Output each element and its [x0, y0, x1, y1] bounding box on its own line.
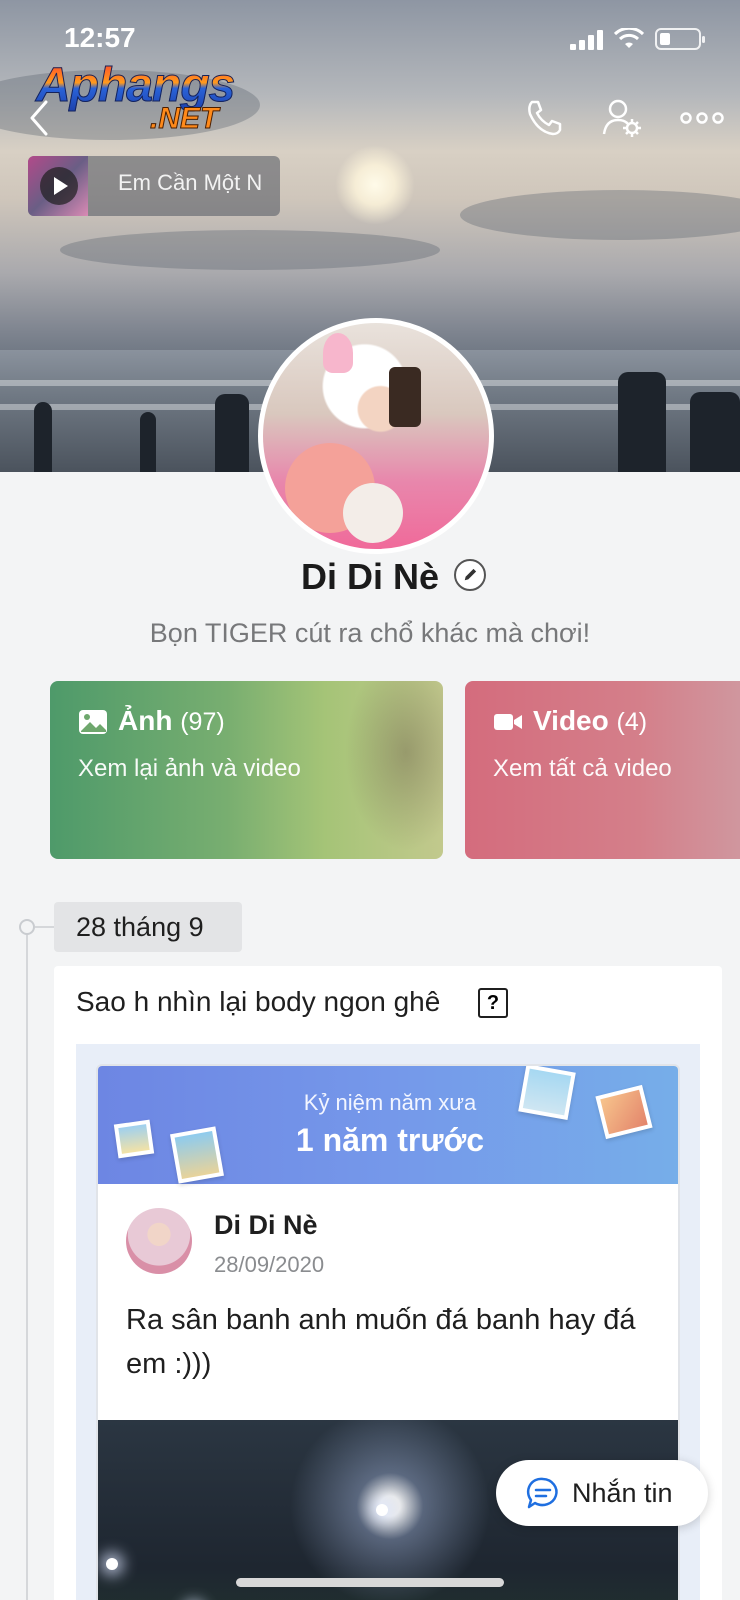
- beach-person: [140, 412, 156, 472]
- status-bar: 12:57: [0, 22, 740, 58]
- profile-name-row: Di Di Nè: [0, 556, 740, 608]
- photos-card-subtitle: Xem lại ảnh và video: [78, 755, 301, 782]
- image-icon: [79, 710, 107, 734]
- watermark-domain: .NET: [149, 102, 219, 136]
- profile-bio: Bọn TIGER cút ra chổ khác mà chơi!: [149, 618, 591, 648]
- avatar-detail: [323, 333, 353, 373]
- timeline-line: [26, 928, 28, 1600]
- wifi-icon: [614, 28, 644, 48]
- videos-card[interactable]: Video (4) Xem tất cả video: [465, 681, 740, 859]
- timeline-connector: [35, 926, 54, 928]
- memory-period: 1 năm trước: [295, 1122, 485, 1158]
- timeline-date: 28 tháng 9: [54, 902, 242, 952]
- stadium-light: [106, 1558, 118, 1570]
- photos-card[interactable]: Ảnh (97) Xem lại ảnh và video: [50, 681, 443, 859]
- memory-header: Kỷ niệm năm xưa 1 năm trước: [98, 1066, 678, 1184]
- profile-screen: 12:57 Aphangs .NET Em Cần Một N Di Di Nè…: [0, 0, 740, 1600]
- stadium-light: [376, 1504, 388, 1516]
- memory-label: Kỷ niệm năm xưa: [303, 1090, 477, 1115]
- send-message-label: Nhắn tin: [572, 1478, 673, 1508]
- memory-author-avatar[interactable]: [126, 1208, 192, 1274]
- back-icon[interactable]: [26, 96, 56, 140]
- home-indicator[interactable]: [236, 1578, 504, 1587]
- sun: [335, 145, 415, 225]
- photos-card-title: Ảnh: [118, 705, 173, 736]
- music-title: Em Cần Một N: [118, 170, 263, 195]
- photo-card-thumbnail: [340, 681, 443, 859]
- post-caption: Sao h nhìn lại body ngon ghê: [76, 986, 441, 1017]
- beach-person: [690, 392, 740, 472]
- videos-card-subtitle: Xem tất cả video: [493, 755, 672, 782]
- cloud: [460, 190, 740, 240]
- beach-person: [618, 372, 666, 472]
- beach-person: [34, 402, 52, 472]
- more-icon[interactable]: [680, 96, 724, 140]
- photos-count: (97): [180, 708, 225, 736]
- memory-text: Ra sân banh anh muốn đá banh hay đá em :…: [126, 1304, 636, 1380]
- avatar-detail: [343, 483, 403, 543]
- profile-name: Di Di Nè: [300, 556, 440, 597]
- beach-person: [215, 394, 249, 472]
- cloud: [60, 230, 440, 270]
- memory-date: 28/09/2020: [214, 1252, 325, 1277]
- edit-pencil-icon[interactable]: [454, 559, 486, 591]
- user-settings-icon[interactable]: [600, 96, 644, 140]
- cellular-signal-icon: [570, 30, 603, 50]
- videos-count: (4): [616, 708, 648, 736]
- battery-icon: [655, 28, 705, 50]
- memory-author-name[interactable]: Di Di Nè: [214, 1210, 318, 1241]
- avatar-detail: [389, 367, 421, 427]
- phone-icon[interactable]: [522, 96, 566, 140]
- status-time: 12:57: [64, 22, 136, 53]
- watermark-logo: Aphangs .NET: [35, 58, 260, 138]
- timeline-dot: [19, 919, 35, 935]
- videos-card-title: Video: [533, 705, 609, 736]
- send-message-button[interactable]: Nhắn tin: [496, 1460, 708, 1526]
- message-icon: [526, 1477, 558, 1509]
- video-camera-icon: [494, 714, 522, 730]
- avatar[interactable]: [258, 318, 494, 554]
- question-emoji-icon: ?: [478, 988, 508, 1018]
- play-icon[interactable]: [40, 167, 78, 205]
- profile-music-widget[interactable]: Em Cần Một N: [28, 156, 280, 216]
